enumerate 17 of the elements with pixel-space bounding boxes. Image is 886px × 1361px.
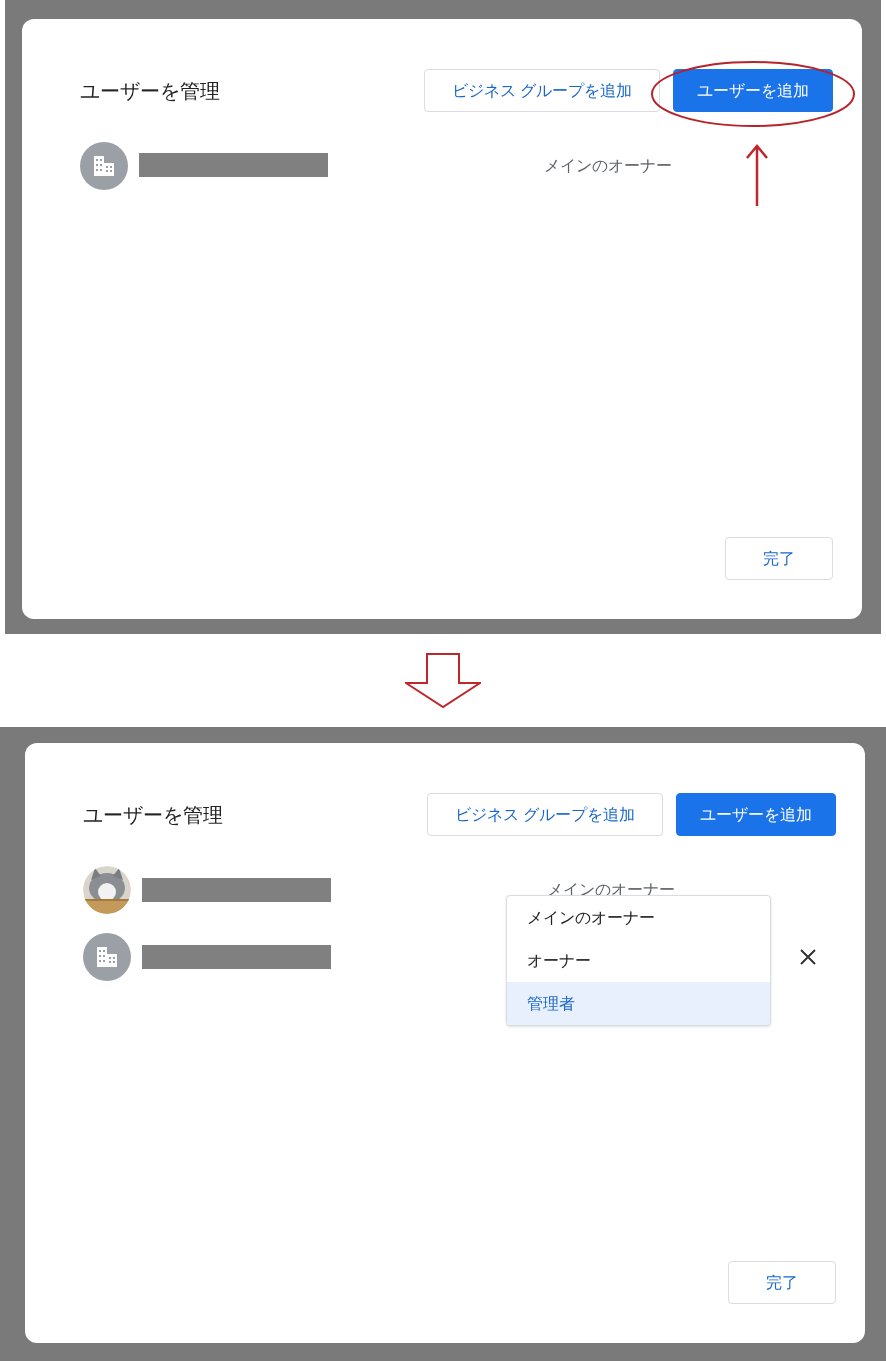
dialog-title: ユーザーを管理 [83, 802, 223, 828]
menu-item[interactable]: 管理者 [507, 982, 770, 1025]
done-button[interactable]: 完了 [725, 537, 833, 580]
down-arrow-icon [405, 653, 481, 709]
building-icon [93, 155, 115, 177]
close-icon[interactable] [799, 948, 817, 966]
dialog-title: ユーザーを管理 [80, 78, 220, 104]
menu-item[interactable]: メインのオーナー [507, 896, 770, 939]
add-user-button[interactable]: ユーザーを追加 [673, 69, 833, 112]
done-button[interactable]: 完了 [728, 1261, 836, 1304]
up-arrow-icon [746, 144, 768, 208]
add-user-button[interactable]: ユーザーを追加 [676, 793, 836, 836]
menu-item[interactable]: オーナー [507, 939, 770, 982]
building-icon [96, 946, 118, 968]
add-group-button[interactable]: ビジネス グループを追加 [427, 793, 663, 836]
role-label: メインのオーナー [543, 156, 673, 176]
add-group-button[interactable]: ビジネス グループを追加 [424, 69, 660, 112]
